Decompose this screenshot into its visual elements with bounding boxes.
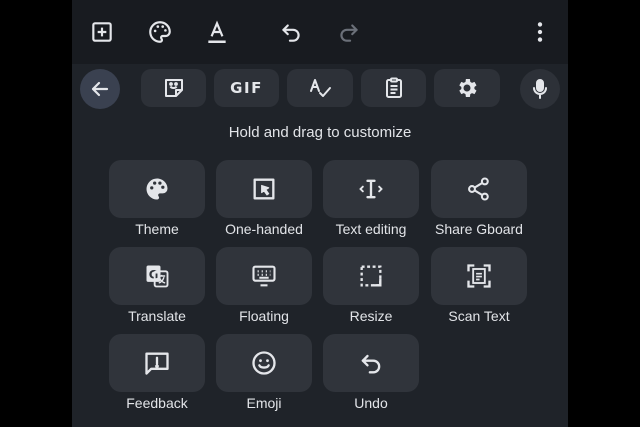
one-handed-tile[interactable] bbox=[216, 160, 312, 218]
svg-text:G: G bbox=[149, 267, 159, 281]
scan-text-icon bbox=[467, 264, 491, 288]
resize-icon bbox=[360, 265, 382, 287]
tool-strip: GIF bbox=[72, 64, 568, 114]
keyboard-panel: GIF Hold and drag to customize Theme One… bbox=[72, 0, 568, 427]
tile-label-floating: Floating bbox=[239, 308, 289, 324]
undo-tile[interactable] bbox=[323, 334, 419, 392]
feedback-tile[interactable] bbox=[109, 334, 205, 392]
palette-icon bbox=[146, 178, 168, 200]
tile-label-emoji: Emoji bbox=[246, 395, 282, 411]
mic-icon bbox=[533, 79, 547, 99]
theme-tile[interactable] bbox=[109, 160, 205, 218]
gif-button[interactable]: GIF bbox=[214, 69, 279, 107]
palette-icon[interactable] bbox=[146, 18, 174, 46]
clipboard-icon bbox=[385, 77, 402, 98]
feedback-icon bbox=[145, 352, 169, 375]
share-icon bbox=[468, 177, 489, 201]
settings-button[interactable] bbox=[434, 69, 500, 107]
tile-label-feedback: Feedback bbox=[126, 395, 188, 411]
add-box-icon[interactable] bbox=[88, 18, 116, 46]
top-toolbar bbox=[72, 0, 568, 64]
redo-icon[interactable] bbox=[335, 18, 363, 46]
arrow-back-icon bbox=[91, 81, 109, 97]
sticker-icon bbox=[164, 79, 183, 97]
more-vert-icon[interactable] bbox=[526, 18, 554, 46]
tile-label-one-handed: One-handed bbox=[225, 221, 303, 237]
voice-input-button[interactable] bbox=[520, 69, 560, 109]
floating-keyboard-icon bbox=[252, 265, 276, 287]
gif-label: GIF bbox=[230, 79, 263, 97]
spellcheck-icon bbox=[310, 79, 331, 97]
tile-label-undo: Undo bbox=[354, 395, 388, 411]
translate-tile[interactable]: G bbox=[109, 247, 205, 305]
resize-tile[interactable] bbox=[323, 247, 419, 305]
spellcheck-button[interactable] bbox=[287, 69, 353, 107]
customize-hint: Hold and drag to customize bbox=[228, 124, 412, 141]
back-button[interactable] bbox=[80, 69, 120, 109]
text-format-icon[interactable] bbox=[203, 18, 231, 46]
text-cursor-icon bbox=[359, 179, 383, 199]
emoji-tile[interactable] bbox=[216, 334, 312, 392]
tile-label-text-editing: Text editing bbox=[335, 221, 407, 237]
translate-icon: G bbox=[146, 265, 169, 288]
floating-tile[interactable] bbox=[216, 247, 312, 305]
scan-text-tile[interactable] bbox=[431, 247, 527, 305]
emoji-icon bbox=[252, 351, 276, 375]
share-gboard-tile[interactable] bbox=[431, 160, 527, 218]
undo-icon[interactable] bbox=[277, 18, 305, 46]
tile-label-scan-text: Scan Text bbox=[448, 308, 510, 324]
one-handed-icon bbox=[253, 178, 275, 200]
text-editing-tile[interactable] bbox=[323, 160, 419, 218]
tile-label-share-gboard: Share Gboard bbox=[435, 221, 523, 237]
tile-label-resize: Resize bbox=[349, 308, 393, 324]
undo-icon bbox=[361, 354, 381, 374]
sticker-button[interactable] bbox=[141, 69, 206, 107]
gear-icon bbox=[459, 79, 477, 97]
tile-label-translate: Translate bbox=[128, 308, 186, 324]
clipboard-button[interactable] bbox=[361, 69, 426, 107]
tile-label-theme: Theme bbox=[135, 221, 179, 237]
